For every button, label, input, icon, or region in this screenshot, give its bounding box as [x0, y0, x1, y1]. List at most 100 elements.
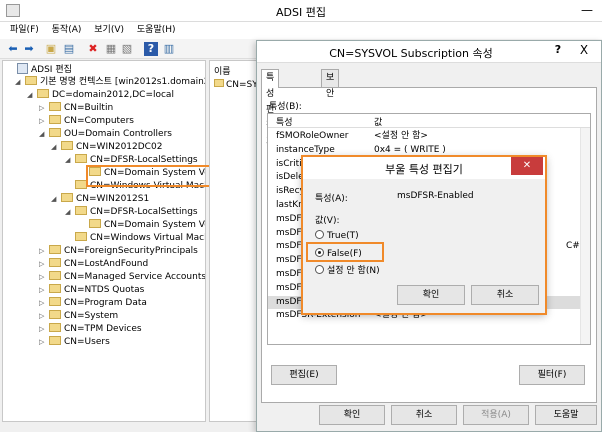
collapse-arrow-icon[interactable]: ◢ — [15, 76, 25, 89]
tree-node[interactable]: ◢ CN=WIN2012S1 — [51, 193, 149, 206]
list-header-name[interactable]: 이름 — [214, 64, 231, 77]
expand-arrow-icon[interactable]: ▷ — [39, 271, 49, 284]
folder-icon — [214, 79, 224, 87]
tree-node-label: CN=Windows Virtual Mach — [90, 233, 206, 243]
apply-button[interactable]: 적용(A) — [463, 405, 529, 425]
highlight-box-tree-selection — [86, 165, 222, 187]
tab-attribute-editor[interactable]: 특성 편집기 — [261, 69, 280, 147]
minimize-button[interactable]: — — [572, 0, 602, 20]
expand-arrow-icon[interactable]: ▷ — [39, 323, 49, 336]
attribute-row[interactable]: fSMORoleOwner <설정 안 함> — [268, 130, 580, 143]
expand-arrow-icon[interactable]: ▷ — [39, 284, 49, 297]
tree-node[interactable]: ▷ CN=NTDS Quotas — [39, 284, 144, 297]
folder-icon — [49, 336, 61, 345]
filter-button[interactable]: 필터(F) — [519, 365, 585, 385]
folder-icon — [49, 271, 61, 280]
tree-node-label: CN=TPM Devices — [64, 324, 142, 334]
tree-node[interactable]: ADSI 편집 — [7, 63, 72, 76]
tree-node-label: CN=NTDS Quotas — [64, 285, 145, 295]
forward-arrow-icon[interactable]: ➡ — [22, 42, 36, 56]
collapse-arrow-icon[interactable]: ◢ — [51, 193, 61, 206]
expand-arrow-icon[interactable]: ▷ — [39, 310, 49, 323]
folder-icon — [49, 115, 61, 124]
delete-icon[interactable]: ✖ — [86, 42, 100, 56]
tree-node-label: 기본 명명 컨텍스트 [win2012s1.domain2 — [40, 77, 206, 87]
tree-node[interactable]: ▷ CN=LostAndFound — [39, 258, 148, 271]
tree-node[interactable]: ▷ CN=ForeignSecurityPrincipals — [39, 245, 198, 258]
folder-icon — [61, 193, 73, 202]
expand-arrow-icon[interactable]: ▷ — [39, 297, 49, 310]
tree-node[interactable]: ▷ CN=TPM Devices — [39, 323, 142, 336]
expand-arrow-icon[interactable]: ▷ — [39, 336, 49, 349]
tree-node[interactable]: ▷ CN=Builtin — [39, 102, 113, 115]
export-icon[interactable]: ▧ — [120, 42, 134, 56]
collapse-arrow-icon[interactable]: ◢ — [65, 206, 75, 219]
properties-dialog-title-bar: CN=SYSVOL Subscription 속성 ? X — [257, 41, 601, 63]
tree-node[interactable]: ◢ 기본 명명 컨텍스트 [win2012s1.domain2 — [15, 76, 206, 89]
menu-bar: 파일(F) 동작(A) 보기(V) 도움말(H) — [0, 22, 602, 39]
close-button[interactable]: X — [577, 43, 591, 57]
tree-node[interactable]: ◢ CN=WIN2012DC02 — [51, 141, 162, 154]
tree-node-label: CN=Program Data — [64, 298, 147, 308]
collapse-arrow-icon[interactable]: ◢ — [39, 128, 49, 141]
menu-view[interactable]: 보기(V) — [94, 22, 124, 39]
window-title: ADSI 편집 — [276, 6, 326, 19]
edit-button[interactable]: 편집(E) — [271, 365, 337, 385]
properties-icon[interactable]: ▦ — [104, 42, 118, 56]
tree-node[interactable]: ▷ CN=Program Data — [39, 297, 147, 310]
help-icon[interactable]: ? — [144, 42, 158, 56]
tree-node-label: ADSI 편집 — [31, 65, 72, 75]
tree-view-icon[interactable]: ▤ — [62, 42, 76, 56]
menu-help[interactable]: 도움말(H) — [137, 22, 176, 39]
cancel-button[interactable]: 취소 — [391, 405, 457, 425]
menu-file[interactable]: 파일(F) — [10, 22, 39, 39]
list-item[interactable]: CN=SY — [214, 79, 258, 90]
tree-node[interactable]: CN=Windows Virtual Mach — [65, 232, 206, 245]
folder-icon — [75, 232, 87, 241]
list-item-label: CN=SY — [226, 80, 258, 90]
attribute-name: fSMORoleOwner — [276, 131, 349, 141]
tree-node[interactable]: ▷ CN=Users — [39, 336, 110, 349]
help-button[interactable]: ? — [551, 43, 565, 56]
collapse-arrow-icon[interactable]: ◢ — [65, 154, 75, 167]
tree-node-label: CN=DFSR-LocalSettings — [90, 155, 198, 165]
folder-icon — [25, 76, 37, 85]
attributes-label: 특성(B): — [269, 102, 302, 112]
tree-node[interactable]: ◢ OU=Domain Controllers — [39, 128, 172, 141]
tree-node[interactable]: ◢ DC=domain2012,DC=local — [27, 89, 174, 102]
folder-icon — [49, 310, 61, 319]
expand-arrow-icon[interactable]: ▷ — [39, 115, 49, 128]
tree-node-label: CN=Users — [64, 337, 110, 347]
expand-arrow-icon[interactable]: ▷ — [39, 245, 49, 258]
collapse-arrow-icon[interactable]: ◢ — [51, 141, 61, 154]
main-title-bar: ADSI 편집 — — [0, 0, 602, 22]
tree-node[interactable]: ▷ CN=System — [39, 310, 118, 323]
ok-button[interactable]: 확인 — [319, 405, 385, 425]
folder-icon — [49, 245, 61, 254]
column-header-attribute[interactable]: 특성 — [276, 115, 293, 128]
column-header-value[interactable]: 값 — [374, 115, 382, 128]
tree-horizontal-scrollbar[interactable] — [3, 422, 205, 432]
tree-pane: ADSI 편집 ◢ 기본 명명 컨텍스트 [win2012s1.domain2 ◢ DC… — [2, 60, 206, 422]
collapse-arrow-icon[interactable]: ◢ — [27, 89, 37, 102]
expand-arrow-icon[interactable]: ▷ — [39, 102, 49, 115]
back-arrow-icon[interactable]: ⬅ — [6, 42, 20, 56]
tree-node[interactable]: CN=Domain System Vo — [79, 219, 205, 232]
tree-node[interactable]: ▷ CN=Managed Service Accounts — [39, 271, 205, 284]
menu-action[interactable]: 동작(A) — [52, 22, 82, 39]
help-dialog-button[interactable]: 도움말 — [535, 405, 597, 425]
up-folder-icon[interactable]: ▣ — [44, 42, 58, 56]
panel-icon[interactable]: ▥ — [162, 42, 176, 56]
tree-node-label: CN=ForeignSecurityPrincipals — [64, 246, 198, 256]
object-list-pane: 이름 CN=SY — [209, 60, 259, 422]
tree-node-label: CN=DFSR-LocalSettings — [90, 207, 198, 217]
tree-node[interactable]: ◢ CN=DFSR-LocalSettings — [65, 206, 198, 219]
attribute-value: <설정 안 함> — [374, 131, 428, 141]
attribute-list-scrollbar[interactable] — [580, 128, 590, 344]
folder-icon — [75, 206, 87, 215]
expand-arrow-icon[interactable]: ▷ — [39, 258, 49, 271]
properties-dialog-title: CN=SYSVOL Subscription 속성 — [329, 47, 493, 60]
tab-security[interactable]: 보안 — [321, 69, 340, 99]
tree-node[interactable]: ▷ CN=Computers — [39, 115, 134, 128]
tree-node-label: CN=WIN2012DC02 — [76, 142, 163, 152]
